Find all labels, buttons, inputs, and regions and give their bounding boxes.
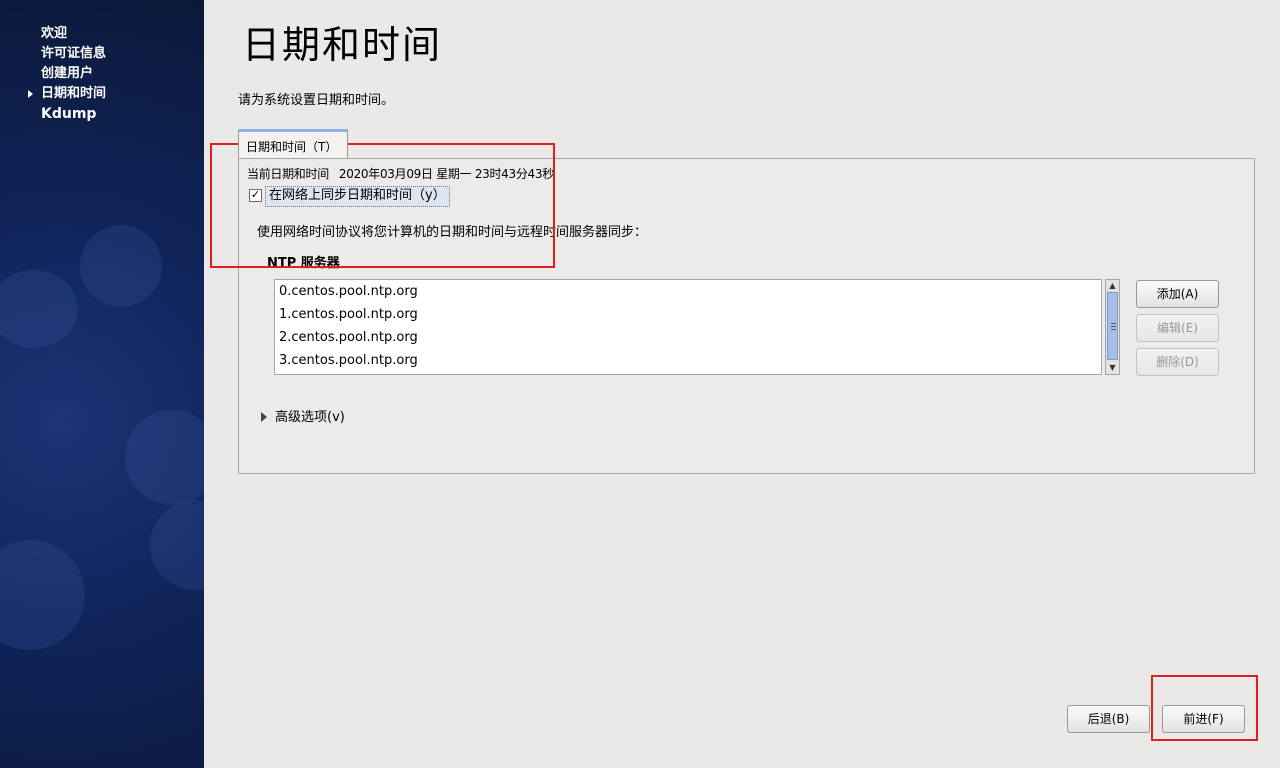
- step-list: 欢迎 许可证信息 创建用户 日期和时间 Kdump: [28, 24, 106, 124]
- scrollbar-thumb[interactable]: [1107, 292, 1118, 360]
- step-license: 许可证信息: [28, 44, 106, 64]
- step-kdump: Kdump: [28, 104, 106, 124]
- ntp-heading: NTP 服务器: [267, 256, 340, 271]
- sidebar: 欢迎 许可证信息 创建用户 日期和时间 Kdump: [0, 0, 204, 768]
- advanced-options-expander[interactable]: 高级选项(v): [261, 406, 345, 425]
- grip-line: [1111, 329, 1116, 330]
- ntp-server-list[interactable]: 0.centos.pool.ntp.org 1.centos.pool.ntp.…: [274, 279, 1102, 375]
- grip-line: [1111, 326, 1116, 327]
- step-label: 欢迎: [41, 26, 68, 41]
- server-list-scrollbar[interactable]: ▲ ▼: [1105, 279, 1120, 375]
- decor-orb: [0, 540, 85, 650]
- date-time-panel: 当前日期和时间 2020年03月09日 星期一 23时43分43秒 ✓ 在网络上同…: [238, 158, 1255, 474]
- edit-server-button[interactable]: 编辑(E): [1136, 314, 1219, 342]
- decor-orb: [80, 225, 162, 307]
- advanced-options-label: 高级选项(v): [275, 410, 345, 425]
- ntp-server-item[interactable]: 1.centos.pool.ntp.org: [275, 303, 1101, 326]
- grip-line: [1111, 323, 1116, 324]
- step-create-user: 创建用户: [28, 64, 106, 84]
- ntp-server-item[interactable]: 2.centos.pool.ntp.org: [275, 326, 1101, 349]
- step-label: Kdump: [41, 106, 97, 122]
- decor-orb: [125, 410, 204, 505]
- step-label: 日期和时间: [41, 86, 107, 101]
- main-content: 日期和时间 请为系统设置日期和时间。 日期和时间（T） 当前日期和时间 2020年…: [204, 0, 1280, 768]
- step-date-time: 日期和时间: [28, 84, 106, 104]
- expander-triangle-icon: [261, 411, 267, 422]
- intro-text: 请为系统设置日期和时间。: [238, 93, 395, 108]
- scroll-down-arrow-icon[interactable]: ▼: [1108, 363, 1117, 372]
- current-step-arrow-icon: [28, 90, 33, 98]
- current-datetime-label: 当前日期和时间: [247, 167, 329, 181]
- scroll-up-arrow-icon[interactable]: ▲: [1108, 281, 1117, 290]
- step-welcome: 欢迎: [28, 24, 106, 44]
- back-button[interactable]: 后退(B): [1067, 705, 1150, 733]
- decor-orb: [150, 500, 204, 590]
- step-label: 许可证信息: [41, 46, 107, 61]
- tab-date-time[interactable]: 日期和时间（T）: [238, 129, 348, 158]
- decor-orb: [0, 270, 78, 348]
- tab-label: 日期和时间（T）: [246, 140, 338, 154]
- current-datetime: 当前日期和时间 2020年03月09日 星期一 23时43分43秒: [247, 165, 554, 182]
- add-server-button[interactable]: 添加(A): [1136, 280, 1219, 308]
- ntp-server-item[interactable]: 0.centos.pool.ntp.org: [275, 280, 1101, 303]
- sync-checkbox[interactable]: ✓: [249, 189, 262, 202]
- ntp-server-item[interactable]: 3.centos.pool.ntp.org: [275, 349, 1101, 372]
- forward-button[interactable]: 前进(F): [1162, 705, 1245, 733]
- delete-server-button[interactable]: 删除(D): [1136, 348, 1219, 376]
- page-title: 日期和时间: [242, 23, 443, 67]
- current-datetime-value: 2020年03月09日 星期一 23时43分43秒: [338, 167, 554, 181]
- sync-checkbox-label[interactable]: 在网络上同步日期和时间（y）: [265, 186, 450, 207]
- ntp-description: 使用网络时间协议将您计算机的日期和时间与远程时间服务器同步：: [257, 225, 648, 240]
- step-label: 创建用户: [41, 66, 94, 81]
